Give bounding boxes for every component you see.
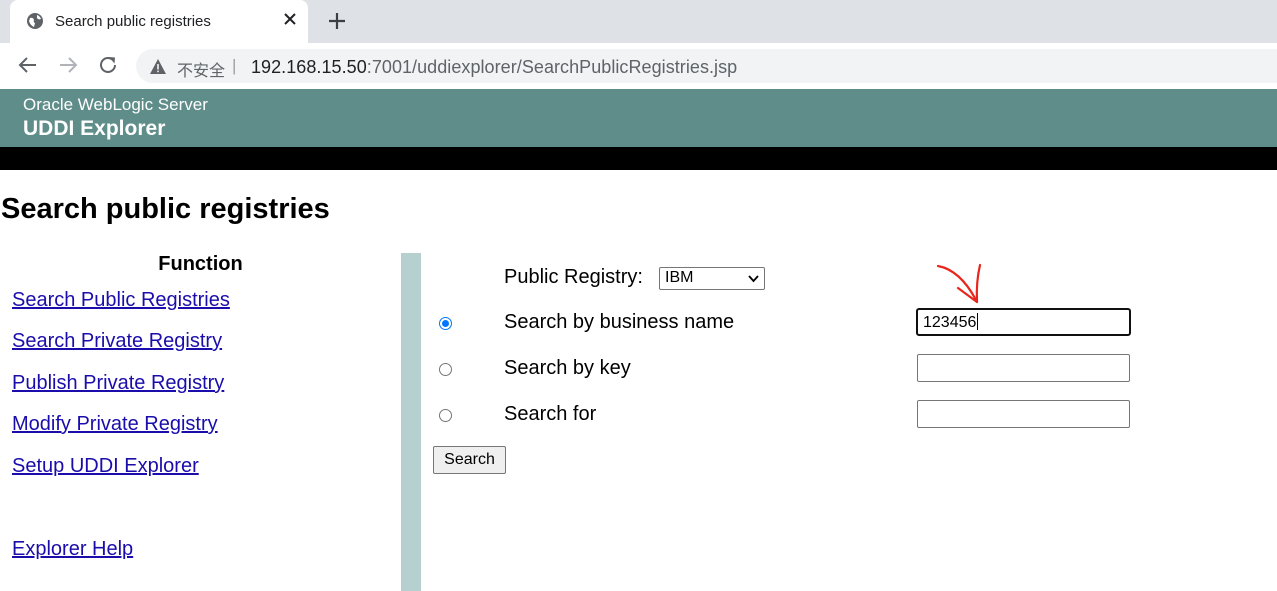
close-icon[interactable] (280, 9, 300, 29)
plus-icon[interactable] (326, 10, 348, 32)
public-registry-select[interactable]: IBM (659, 267, 765, 290)
business-name-value: 123456 (923, 313, 979, 332)
text-caret (977, 313, 979, 330)
nav-link-search-private-registry[interactable]: Search Private Registry (12, 330, 222, 353)
header-divider-bar (0, 147, 1277, 170)
url-text: 192.168.15.50:7001/uddiexplorer/SearchPu… (251, 57, 737, 78)
nav-link-search-public-registries[interactable]: Search Public Registries (12, 289, 230, 312)
nav-link-setup-uddi-explorer[interactable]: Setup UDDI Explorer (12, 455, 199, 478)
search-button[interactable]: Search (433, 446, 506, 474)
back-arrow-icon[interactable] (17, 54, 39, 76)
browser-tab-strip: Search public registries (0, 0, 1277, 43)
search-for-label: Search for (504, 403, 597, 425)
function-heading: Function (158, 253, 243, 275)
public-registry-selected: IBM (665, 269, 694, 286)
annotation-arrow-icon (936, 263, 982, 304)
browser-tab[interactable]: Search public registries (10, 0, 308, 43)
search-for-input[interactable] (917, 400, 1130, 428)
radio-business-name[interactable] (439, 317, 452, 330)
nav-link-modify-private-registry[interactable]: Modify Private Registry (12, 413, 218, 436)
product-name: Oracle WebLogic Server (23, 95, 208, 114)
business-name-text: 123456 (923, 314, 977, 331)
security-label: 不安全 (177, 63, 226, 80)
app-name: UDDI Explorer (23, 117, 166, 140)
url-host: 192.168.15.50 (251, 57, 367, 77)
business-name-input[interactable]: 123456 (916, 308, 1131, 336)
key-input[interactable] (917, 354, 1130, 382)
url-path: :7001/uddiexplorer/SearchPublicRegistrie… (366, 57, 738, 77)
radio-search-for[interactable] (439, 409, 452, 422)
page-title: Search public registries (1, 193, 330, 225)
forward-arrow-icon[interactable] (57, 54, 79, 76)
tab-title: Search public registries (55, 13, 211, 30)
browser-toolbar: 不安全 | 192.168.15.50:7001/uddiexplorer/Se… (0, 43, 1277, 88)
reload-icon[interactable] (97, 54, 119, 76)
radio-key[interactable] (439, 363, 452, 376)
nav-link-publish-private-registry[interactable]: Publish Private Registry (12, 372, 224, 395)
address-separator: | (232, 56, 237, 75)
chevron-down-icon (748, 275, 759, 283)
globe-icon (27, 13, 43, 29)
public-registry-label: Public Registry: (504, 266, 643, 288)
column-divider (401, 253, 421, 591)
key-label: Search by key (504, 357, 631, 379)
header-banner: Oracle WebLogic Server UDDI Explorer (0, 89, 1277, 147)
address-bar[interactable]: 不安全 | 192.168.15.50:7001/uddiexplorer/Se… (136, 49, 1277, 83)
nav-link-explorer-help[interactable]: Explorer Help (12, 538, 133, 561)
warning-icon (150, 59, 166, 74)
business-name-label: Search by business name (504, 311, 735, 333)
